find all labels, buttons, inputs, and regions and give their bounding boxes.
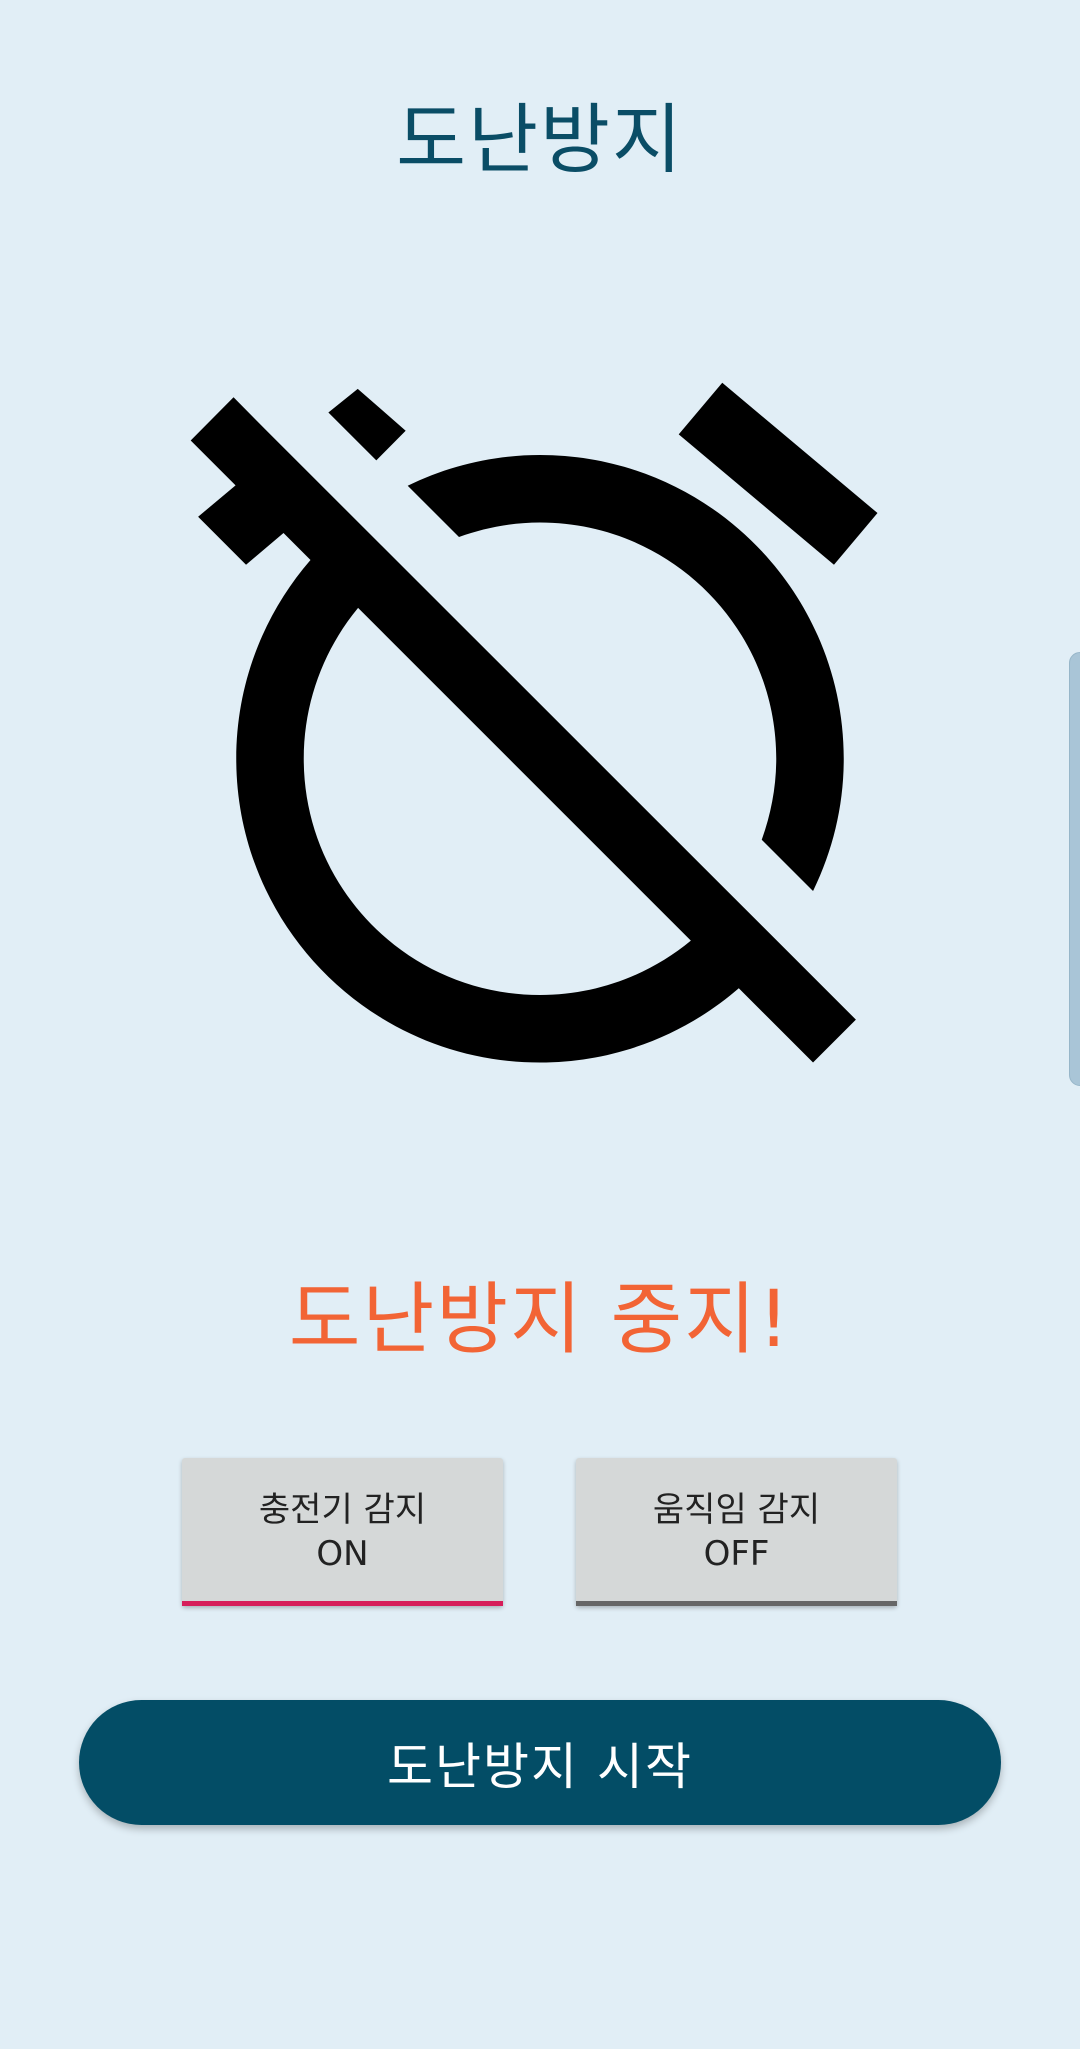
edge-panel-handle[interactable] — [1069, 652, 1080, 1086]
start-antitheft-button[interactable]: 도난방지 시작 — [79, 1700, 1001, 1825]
status-text: 도난방지 중지! — [288, 1275, 792, 1365]
toggle-indicator — [182, 1601, 503, 1606]
page-title: 도난방지 — [396, 95, 684, 184]
toggle-indicator — [576, 1601, 897, 1606]
toggle-label: 충전기 감지 — [258, 1490, 427, 1530]
alarm-off-icon — [190, 382, 878, 1063]
toggle-state: OFF — [703, 1534, 770, 1574]
charger-detect-toggle[interactable]: 충전기 감지 ON — [182, 1458, 503, 1606]
toggle-state: ON — [316, 1534, 369, 1574]
toggle-label: 움직임 감지 — [652, 1490, 821, 1530]
motion-detect-toggle[interactable]: 움직임 감지 OFF — [576, 1458, 897, 1606]
